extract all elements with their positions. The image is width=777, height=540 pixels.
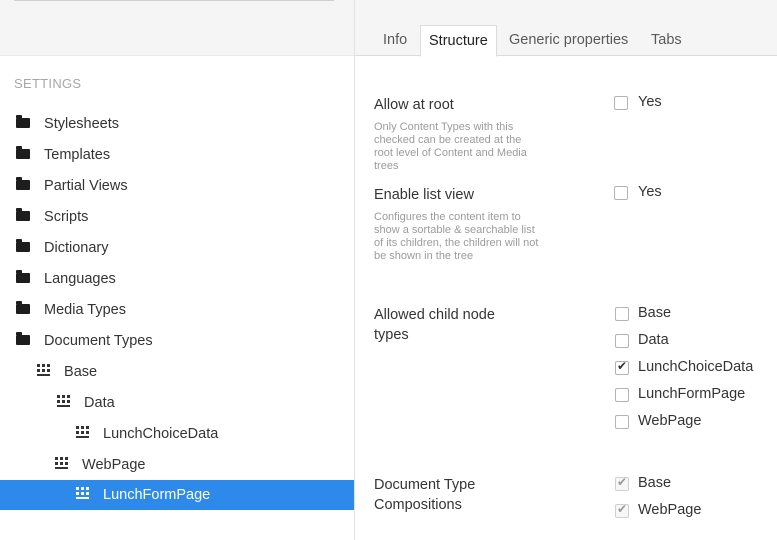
tree-item-label: Document Types (44, 333, 153, 349)
child-type-data-label: Data (638, 332, 669, 348)
tree-item-label: Languages (44, 271, 116, 287)
document-type-icon (76, 487, 89, 500)
child-type-lunchformpage-label: LunchFormPage (638, 386, 746, 402)
tree-item-label: Stylesheets (44, 116, 119, 132)
tree-item-document-types[interactable]: Document Types (16, 326, 153, 356)
tree-item-label: Templates (44, 147, 111, 163)
folder-icon (16, 145, 30, 159)
enable-list-view-option: Yes (638, 184, 662, 200)
sidebar-header (0, 0, 354, 56)
tree-item-dictionary[interactable]: Dictionary (16, 233, 109, 263)
tree-item-label: Data (84, 395, 115, 411)
tree-item-lunchformpage[interactable]: LunchFormPage (0, 480, 354, 510)
allow-at-root-checkbox[interactable] (614, 96, 628, 110)
enable-list-view-label: Enable list view (374, 187, 474, 203)
child-type-webpage-checkbox[interactable] (615, 415, 629, 429)
child-type-base-label: Base (638, 305, 672, 321)
composition-webpage-checkbox[interactable] (615, 502, 629, 518)
child-type-data-checkbox[interactable] (615, 334, 629, 348)
folder-icon (16, 176, 30, 190)
composition-base-label: Base (638, 475, 672, 491)
tree-item-scripts[interactable]: Scripts (16, 202, 88, 232)
allow-at-root-label: Allow at root (374, 97, 454, 113)
tree-item-label: Scripts (44, 209, 89, 225)
tree-item-label: Base (64, 364, 98, 380)
tab-info[interactable]: Info (375, 25, 415, 55)
tree-item-lunchchoicedata[interactable]: LunchChoiceData (76, 419, 218, 449)
child-type-lunchchoicedata-checkbox[interactable] (615, 359, 629, 375)
tree-item-label: Partial Views (44, 178, 128, 194)
section-label: SETTINGS (14, 76, 82, 91)
tree-item-label: LunchFormPage (103, 487, 211, 503)
tree-item-webpage[interactable]: WebPage (55, 450, 145, 480)
document-type-icon (76, 426, 89, 439)
composition-base-checkbox[interactable] (615, 475, 629, 491)
tree-item-partial-views[interactable]: Partial Views (16, 171, 128, 201)
search-input-underline[interactable] (14, 0, 334, 1)
folder-icon (16, 331, 30, 345)
tree-item-data[interactable]: Data (57, 388, 115, 418)
tree-item-stylesheets[interactable]: Stylesheets (16, 109, 119, 139)
settings-tree-panel: SETTINGS Stylesheets Templates Partial V… (0, 0, 354, 540)
tabs-bar: Info Structure Generic properties Tabs (355, 0, 777, 57)
child-type-lunchchoicedata-label: LunchChoiceData (638, 359, 754, 375)
tree-item-templates[interactable]: Templates (16, 140, 110, 170)
folder-icon (16, 300, 30, 314)
child-type-base-checkbox[interactable] (615, 307, 629, 321)
tab-tabs[interactable]: Tabs (643, 25, 690, 55)
child-type-webpage-label: WebPage (638, 413, 702, 429)
folder-icon (16, 114, 30, 128)
tree-item-base[interactable]: Base (37, 357, 97, 387)
child-type-lunchformpage-checkbox[interactable] (615, 388, 629, 402)
tab-generic-properties[interactable]: Generic properties (501, 25, 636, 55)
document-type-icon (55, 457, 68, 470)
composition-webpage-label: WebPage (638, 502, 702, 518)
enable-list-view-description: Configures the content item to show a so… (374, 211, 539, 262)
folder-icon (16, 238, 30, 252)
compositions-label: Document Type Compositions (374, 477, 476, 513)
tree-item-label: Dictionary (44, 240, 109, 256)
tree-item-label: LunchChoiceData (103, 426, 219, 442)
allow-at-root-option: Yes (638, 94, 662, 110)
allow-at-root-description: Only Content Types with this checked can… (374, 121, 527, 172)
tree-item-languages[interactable]: Languages (16, 264, 116, 294)
document-type-icon (57, 395, 70, 408)
tree-item-label: Media Types (44, 302, 126, 318)
enable-list-view-checkbox[interactable] (614, 186, 628, 200)
allowed-child-node-types-label: Allowed child node types (374, 307, 495, 343)
folder-icon (16, 269, 30, 283)
folder-icon (16, 207, 30, 221)
document-type-icon (37, 364, 50, 377)
tree-item-media-types[interactable]: Media Types (16, 295, 126, 325)
tab-structure[interactable]: Structure (420, 25, 497, 57)
tree-item-label: WebPage (82, 457, 146, 473)
document-type-editor: Info Structure Generic properties Tabs A… (355, 0, 777, 540)
